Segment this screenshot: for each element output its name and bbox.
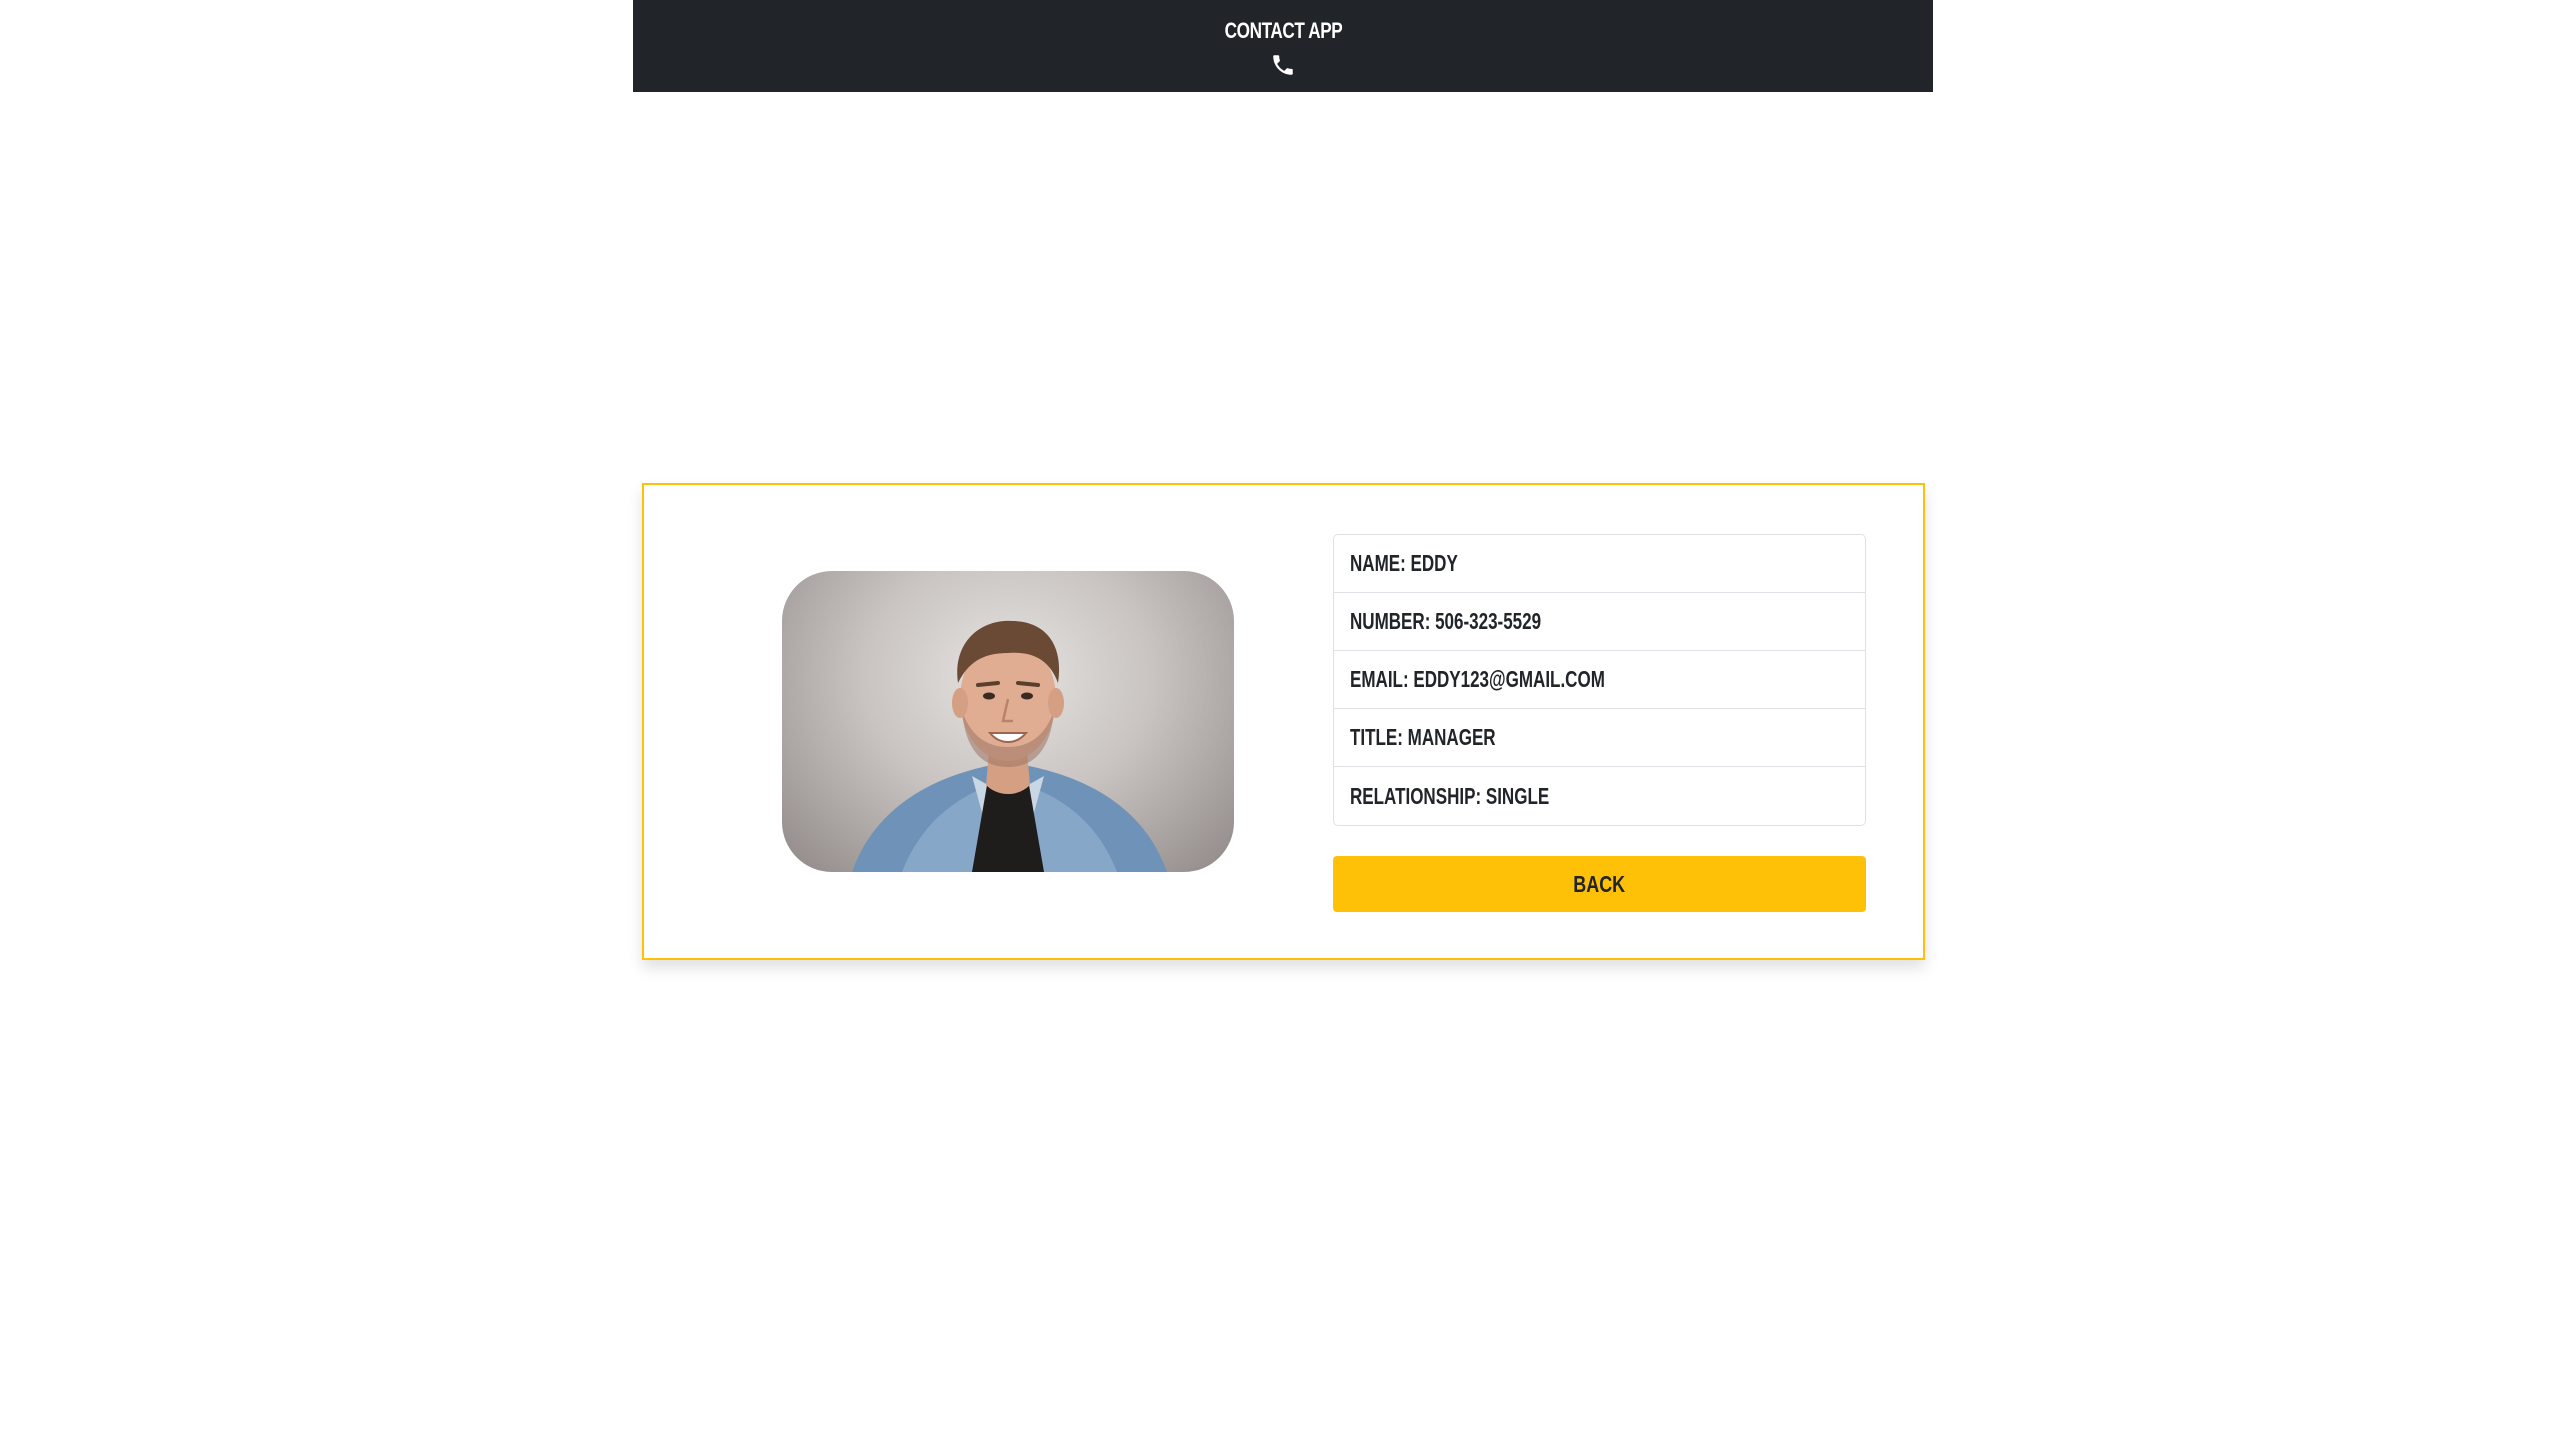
- phone-icon: [1273, 55, 1293, 75]
- back-button-label: BACK: [1573, 870, 1626, 897]
- navbar: CONTACT APP: [633, 0, 1933, 92]
- contact-name-item: NAME: EDDY: [1334, 535, 1865, 593]
- contact-relationship-item: RELATIONSHIP: SINGLE: [1334, 767, 1865, 825]
- contact-card: NAME: EDDY NUMBER: 506-323-5529 EMAIL: E…: [642, 483, 1925, 960]
- contact-name: NAME: EDDY: [1350, 550, 1458, 576]
- back-button[interactable]: BACK: [1333, 856, 1866, 912]
- contact-relationship: RELATIONSHIP: SINGLE: [1350, 782, 1550, 809]
- contact-email: EMAIL: EDDY123@GMAIL.COM: [1350, 666, 1605, 692]
- contact-title: TITLE: MANAGER: [1350, 724, 1496, 750]
- contact-number-item: NUMBER: 506-323-5529: [1334, 593, 1865, 651]
- contact-photo: [782, 571, 1234, 872]
- app-title: CONTACT APP: [1224, 18, 1342, 43]
- contact-details-list: NAME: EDDY NUMBER: 506-323-5529 EMAIL: E…: [1333, 534, 1866, 826]
- contact-email-item: EMAIL: EDDY123@GMAIL.COM: [1334, 651, 1865, 709]
- person-portrait-image: [852, 620, 1167, 872]
- contact-number: NUMBER: 506-323-5529: [1350, 608, 1542, 634]
- contact-title-item: TITLE: MANAGER: [1334, 709, 1865, 767]
